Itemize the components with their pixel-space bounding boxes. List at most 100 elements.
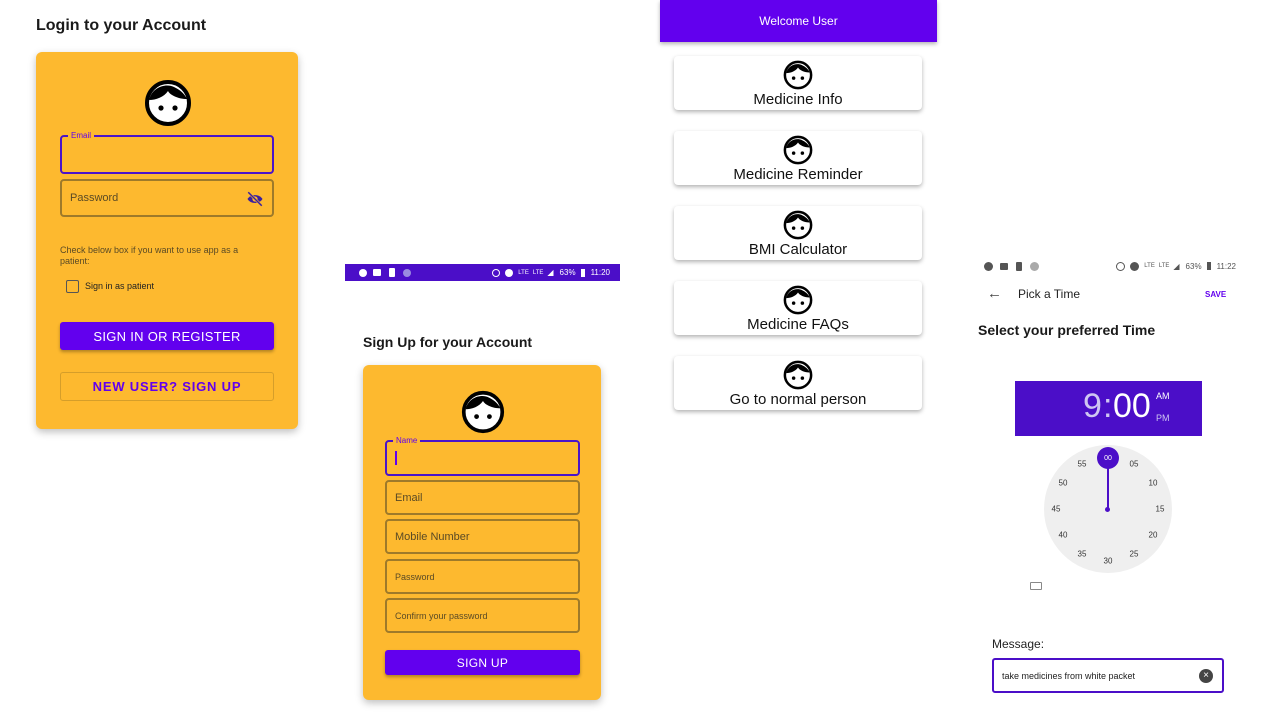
user-face-icon — [145, 80, 191, 126]
mobile-number-placeholder: Mobile Number — [395, 530, 470, 543]
password-field[interactable]: Password — [60, 179, 274, 217]
time-colon: : — [1103, 387, 1113, 425]
menu-item-label: Go to normal person — [729, 391, 867, 408]
clock-center — [1105, 507, 1110, 512]
clock-number[interactable]: 25 — [1130, 550, 1139, 559]
signup-password-field[interactable]: Password — [385, 559, 580, 594]
network-2: LTE — [532, 269, 544, 276]
status-bar: LTE LTE ◢ 63% 11:20 — [345, 264, 620, 281]
dnd-icon — [505, 268, 514, 277]
mobile-number-field[interactable]: Mobile Number — [385, 519, 580, 554]
battery-icon — [1206, 262, 1211, 270]
app-notification-icon — [984, 261, 993, 271]
message-input[interactable]: take medicines from white packet × — [992, 658, 1224, 693]
signup-button[interactable]: SIGN UP — [385, 650, 580, 675]
menu-item-bmi-calculator[interactable]: BMI Calculator — [674, 206, 922, 260]
clock-number[interactable]: 40 — [1059, 531, 1068, 540]
login-card: Email Password Check below box if you wa… — [36, 52, 298, 429]
minute-display[interactable]: 00 — [1113, 387, 1151, 426]
clock-hand — [1107, 463, 1109, 509]
menu-item-label: Medicine Reminder — [733, 166, 863, 183]
clock-dial[interactable]: 00 05 10 15 20 25 30 35 40 45 50 55 — [1044, 445, 1172, 573]
name-field[interactable]: Name — [385, 436, 580, 476]
phone-notification-icon — [389, 268, 395, 277]
menu-item-medicine-faqs[interactable]: Medicine FAQs — [674, 281, 922, 335]
pm-toggle[interactable]: PM — [1156, 413, 1170, 423]
login-title: Login to your Account — [36, 17, 207, 34]
patient-checkbox-label: Sign in as patient — [85, 281, 155, 291]
clock-number[interactable]: 30 — [1104, 557, 1113, 566]
visibility-off-icon[interactable] — [246, 191, 264, 207]
battery-percent: 63% — [559, 268, 576, 277]
clock-number[interactable]: 10 — [1149, 479, 1158, 488]
user-face-icon — [783, 60, 813, 90]
clock-number[interactable]: 35 — [1078, 550, 1087, 559]
network-1: LTE — [1144, 263, 1155, 269]
signup-email-placeholder: Email — [395, 491, 423, 504]
am-toggle[interactable]: AM — [1156, 391, 1170, 401]
confirm-password-placeholder: Confirm your password — [395, 610, 488, 621]
hotspot-icon — [1116, 261, 1126, 271]
message-label: Message: — [992, 637, 1045, 651]
user-face-icon — [783, 285, 813, 315]
message-value: take medicines from white packet — [1002, 670, 1136, 681]
user-face-icon — [783, 360, 813, 390]
menu-item-medicine-info[interactable]: Medicine Info — [674, 56, 922, 110]
name-label: Name — [393, 436, 421, 446]
user-face-icon — [461, 390, 505, 434]
image-notification-icon — [373, 269, 381, 276]
clock-number[interactable]: 15 — [1156, 505, 1165, 514]
signup-email-field[interactable]: Email — [385, 480, 580, 515]
confirm-password-field[interactable]: Confirm your password — [385, 598, 580, 633]
clear-icon[interactable]: × — [1199, 669, 1213, 683]
signup-card: Name Email Mobile Number Password Confir… — [363, 365, 601, 700]
save-button[interactable]: SAVE — [1205, 290, 1226, 299]
user-face-icon — [783, 210, 813, 240]
circle-notification-icon — [1030, 261, 1039, 271]
clock-number[interactable]: 20 — [1149, 531, 1158, 540]
hour-display[interactable]: 9 — [1083, 387, 1102, 426]
time-subtitle: Select your preferred Time — [978, 322, 1156, 338]
clock-number[interactable]: 50 — [1059, 479, 1068, 488]
network-1: LTE — [518, 269, 529, 276]
email-field[interactable]: Email — [60, 131, 274, 174]
time-page-title: Pick a Time — [1018, 287, 1081, 301]
phone-notification-icon — [1016, 261, 1022, 271]
menu-item-label: Medicine Info — [753, 91, 843, 108]
home-app-bar: Welcome User — [660, 0, 937, 42]
clock-number[interactable]: 55 — [1078, 460, 1087, 469]
battery-percent: 63% — [1185, 261, 1202, 271]
text-cursor — [395, 451, 397, 465]
signal-icon: ◢ — [1173, 261, 1180, 271]
signal-icon: ◢ — [547, 268, 554, 277]
user-face-icon — [783, 135, 813, 165]
menu-item-label: Medicine FAQs — [747, 316, 849, 333]
clock-number[interactable]: 45 — [1052, 505, 1061, 514]
back-arrow-icon[interactable]: ← — [987, 285, 1002, 302]
patient-hint: Check below box if you want to use app a… — [60, 245, 239, 266]
status-time: 11:22 — [1216, 261, 1236, 271]
circle-notification-icon — [403, 268, 411, 277]
menu-item-normal-person[interactable]: Go to normal person — [674, 356, 922, 410]
password-placeholder: Password — [70, 192, 119, 204]
sign-in-button[interactable]: SIGN IN OR REGISTER — [60, 322, 274, 350]
patient-checkbox[interactable] — [66, 280, 79, 293]
hotspot-icon — [492, 268, 501, 277]
image-notification-icon — [1000, 262, 1008, 270]
signup-title: Sign Up for your Account — [363, 334, 533, 350]
clock-number[interactable]: 05 — [1130, 460, 1139, 469]
time-status-bar: LTE LTE ◢ 63% 11:22 — [978, 258, 1242, 274]
time-header: 9 : 00 AM PM — [1015, 381, 1202, 436]
app-notification-icon — [359, 268, 367, 277]
network-2: LTE — [1158, 263, 1170, 269]
battery-icon — [580, 268, 585, 277]
dnd-icon — [1130, 261, 1140, 271]
status-time: 11:20 — [590, 268, 610, 277]
menu-item-label: BMI Calculator — [748, 241, 848, 258]
signup-password-placeholder: Password — [395, 571, 435, 582]
email-label: Email — [68, 131, 95, 141]
new-user-signup-button[interactable]: NEW USER? SIGN UP — [60, 372, 274, 401]
menu-item-medicine-reminder[interactable]: Medicine Reminder — [674, 131, 922, 185]
clock-selected-minute[interactable]: 00 — [1097, 447, 1119, 469]
keyboard-icon[interactable] — [1030, 582, 1042, 590]
